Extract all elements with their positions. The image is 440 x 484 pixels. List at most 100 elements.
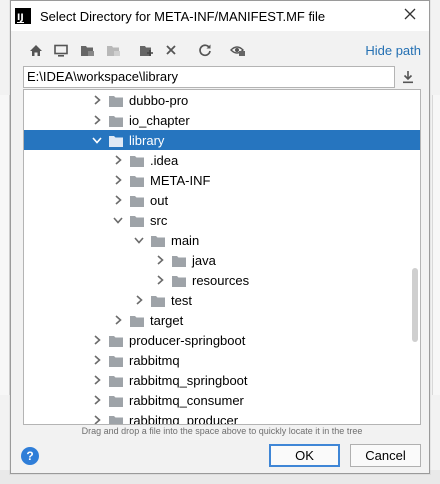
toolbar: Hide path xyxy=(11,39,429,63)
chevron-right-icon[interactable] xyxy=(91,110,103,130)
chevron-right-icon[interactable] xyxy=(133,290,145,310)
folder-icon xyxy=(109,95,123,107)
background-left-panel xyxy=(0,95,10,395)
show-hidden-icon xyxy=(230,46,245,56)
project-icon xyxy=(80,45,94,56)
folder-icon xyxy=(151,295,165,307)
tree-row-label: test xyxy=(171,292,192,308)
folder-icon xyxy=(130,155,144,167)
intellij-logo-icon: IJ xyxy=(15,8,31,24)
tree-row[interactable]: test xyxy=(24,290,420,310)
tree-row-label: library xyxy=(129,132,165,148)
new-folder-button[interactable] xyxy=(137,41,155,59)
tree-row[interactable]: resources xyxy=(24,270,420,290)
folder-icon xyxy=(109,375,123,387)
tree-row[interactable]: library xyxy=(24,130,420,150)
tree-row-label: META-INF xyxy=(150,172,211,188)
tree-row-label: target xyxy=(150,312,184,328)
tree-row-label: rabbitmq_consumer xyxy=(129,392,244,408)
tree-row-label: dubbo-pro xyxy=(129,92,189,108)
refresh-button[interactable] xyxy=(196,41,214,59)
tree-row[interactable]: out xyxy=(24,190,420,210)
folder-icon xyxy=(109,115,123,127)
chevron-right-icon[interactable] xyxy=(91,330,103,350)
folder-icon xyxy=(109,355,123,367)
close-button[interactable] xyxy=(401,7,419,25)
tree-row-label: io_chapter xyxy=(129,112,190,128)
close-icon xyxy=(404,8,416,20)
tree-row[interactable]: producer-springboot xyxy=(24,330,420,350)
tree-scrollbar[interactable] xyxy=(410,90,420,424)
tree-row[interactable]: rabbitmq_producer xyxy=(24,410,420,425)
desktop-icon xyxy=(54,44,68,57)
chevron-right-icon[interactable] xyxy=(112,150,124,170)
drag-drop-hint: Drag and drop a file into the space abov… xyxy=(81,426,363,436)
path-bar: E:\IDEA\workspace\library xyxy=(23,66,417,88)
tree-row[interactable]: META-INF xyxy=(24,170,420,190)
tree-row[interactable]: main xyxy=(24,230,420,250)
home-button[interactable] xyxy=(27,41,45,59)
chevron-right-icon[interactable] xyxy=(91,410,103,424)
background-right-panel xyxy=(432,95,440,395)
chevron-down-icon[interactable] xyxy=(133,230,145,250)
tree-row-label: resources xyxy=(192,272,250,288)
tree-row-label: rabbitmq_springboot xyxy=(129,372,248,388)
show-hidden-button[interactable] xyxy=(229,41,247,59)
chevron-down-icon[interactable] xyxy=(112,210,124,230)
folder-icon xyxy=(109,395,123,407)
title-bar[interactable]: IJ Select Directory for META-INF/MANIFES… xyxy=(11,1,429,31)
tree-row[interactable]: target xyxy=(24,310,420,330)
folder-icon xyxy=(109,335,123,347)
chevron-down-icon[interactable] xyxy=(91,130,103,150)
chevron-right-icon[interactable] xyxy=(154,250,166,270)
chevron-right-icon[interactable] xyxy=(91,390,103,410)
folder-icon xyxy=(151,235,165,247)
folder-icon xyxy=(130,215,144,227)
tree-row[interactable]: io_chapter xyxy=(24,110,420,130)
module-button[interactable] xyxy=(104,41,122,59)
hide-path-link[interactable]: Hide path xyxy=(365,43,421,58)
folder-icon xyxy=(130,175,144,187)
select-directory-dialog: IJ Select Directory for META-INF/MANIFES… xyxy=(10,0,430,474)
chevron-right-icon[interactable] xyxy=(91,370,103,390)
tree-row-label: .idea xyxy=(150,152,179,168)
tree-row[interactable]: rabbitmq_springboot xyxy=(24,370,420,390)
chevron-right-icon[interactable] xyxy=(91,90,103,110)
download-button[interactable] xyxy=(399,68,417,86)
tree-row[interactable]: rabbitmq_consumer xyxy=(24,390,420,410)
desktop-button[interactable] xyxy=(52,41,70,59)
tree-row-label: src xyxy=(150,212,168,228)
tree-row[interactable]: src xyxy=(24,210,420,230)
chevron-right-icon[interactable] xyxy=(154,270,166,290)
tree-row[interactable]: java xyxy=(24,250,420,270)
tree-row[interactable]: dubbo-pro xyxy=(24,90,420,110)
chevron-right-icon[interactable] xyxy=(112,310,124,330)
help-button[interactable]: ? xyxy=(21,447,39,465)
chevron-right-icon[interactable] xyxy=(91,350,103,370)
directory-tree[interactable]: dubbo-pro io_chapterlibrary .idea META-INF o… xyxy=(23,89,421,425)
tree-row-label: rabbitmq_producer xyxy=(129,412,239,425)
download-icon xyxy=(403,71,413,84)
delete-button[interactable] xyxy=(162,41,180,59)
folder-icon xyxy=(109,415,123,424)
folder-icon xyxy=(109,135,123,147)
folder-icon xyxy=(172,275,186,287)
tree-row-label: rabbitmq xyxy=(129,352,180,368)
cancel-button[interactable]: Cancel xyxy=(350,444,421,467)
chevron-right-icon[interactable] xyxy=(112,170,124,190)
project-button[interactable] xyxy=(78,41,96,59)
tree-row[interactable]: .idea xyxy=(24,150,420,170)
refresh-icon xyxy=(199,44,211,57)
new-folder-icon xyxy=(139,45,153,56)
ok-button[interactable]: OK xyxy=(269,444,340,467)
tree-row-label: java xyxy=(192,252,216,268)
folder-icon xyxy=(172,255,186,267)
module-icon xyxy=(106,45,120,56)
scrollbar-thumb[interactable] xyxy=(412,268,418,342)
tree-row[interactable]: rabbitmq xyxy=(24,350,420,370)
chevron-right-icon[interactable] xyxy=(112,190,124,210)
path-input[interactable]: E:\IDEA\workspace\library xyxy=(23,66,395,88)
delete-icon xyxy=(166,45,176,55)
folder-icon xyxy=(130,195,144,207)
tree-row-label: producer-springboot xyxy=(129,332,246,348)
